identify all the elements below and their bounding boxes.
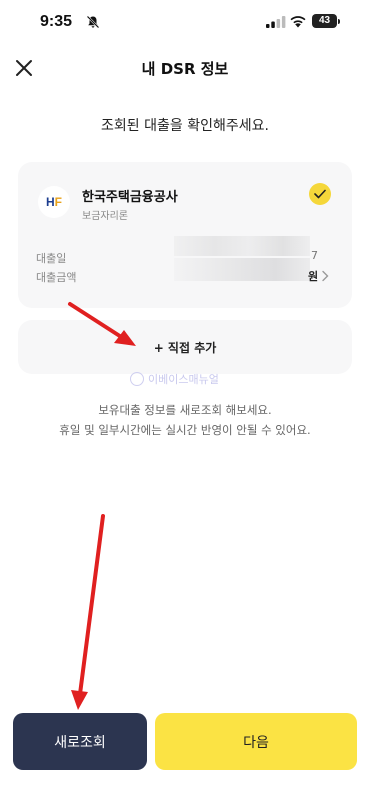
annotation-arrow-to-refresh bbox=[71, 514, 105, 710]
info-text-line-2: 휴일 및 일부시간에는 실시간 반영이 안될 수 있어요. bbox=[59, 423, 311, 437]
refresh-button[interactable]: 새로조회 bbox=[13, 713, 147, 770]
watermark-text: 이베이스매뉴얼 bbox=[148, 373, 219, 386]
subtitle: 조회된 대출을 확인해주세요. bbox=[101, 118, 269, 134]
header: 내 DSR 정보 bbox=[0, 48, 370, 88]
chevron-right-icon[interactable] bbox=[320, 270, 330, 282]
wifi-icon bbox=[290, 16, 306, 28]
loan-date-value-redacted bbox=[174, 236, 310, 256]
lender-logo: HF bbox=[38, 186, 70, 218]
loan-date-value-tail: 7 bbox=[311, 249, 318, 262]
loan-date-label: 대출일 bbox=[36, 252, 67, 265]
cellular-signal-icon bbox=[266, 16, 286, 28]
loan-card[interactable]: HF 한국주택금융공사 보금자리론 대출일 대출금액 7 원 bbox=[18, 162, 352, 308]
page-title: 내 DSR 정보 bbox=[141, 60, 229, 78]
next-button[interactable]: 다음 bbox=[155, 713, 357, 770]
status-bar: 9:35 43 bbox=[0, 0, 370, 44]
status-time: 9:35 bbox=[40, 13, 73, 30]
loan-product-name: 보금자리론 bbox=[82, 211, 128, 222]
logo-letter-h: H bbox=[45, 195, 55, 209]
battery-tip bbox=[338, 19, 340, 24]
watermark-icon bbox=[130, 372, 144, 386]
add-direct-button[interactable]: + 직접 추가 bbox=[18, 320, 352, 374]
selected-check-icon[interactable] bbox=[309, 183, 331, 205]
logo-letter-f: F bbox=[54, 195, 62, 209]
watermark: 이베이스매뉴얼 bbox=[130, 371, 219, 387]
bell-off-icon bbox=[86, 15, 100, 29]
loan-amount-value-tail: 원 bbox=[308, 270, 319, 283]
battery-indicator: 43 bbox=[312, 14, 337, 28]
lender-name: 한국주택금융공사 bbox=[82, 190, 178, 205]
loan-amount-value-redacted bbox=[174, 258, 310, 281]
loan-amount-label: 대출금액 bbox=[36, 271, 77, 284]
info-text-line-1: 보유대출 정보를 새로조회 해보세요. bbox=[98, 403, 272, 417]
